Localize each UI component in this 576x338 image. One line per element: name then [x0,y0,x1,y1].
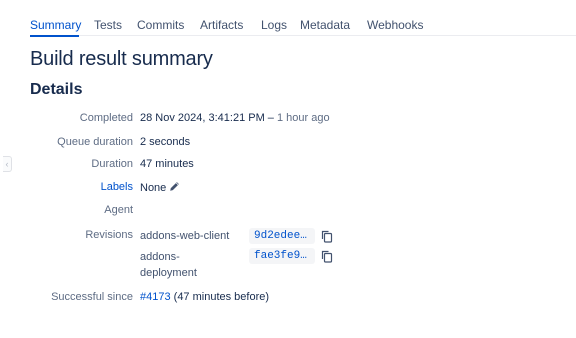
tab-artifacts[interactable]: Artifacts [200,18,243,32]
sidebar-collapse-handle[interactable]: ‹ [3,156,12,172]
successful-since-note: (47 minutes before) [173,291,270,303]
tab-metadata[interactable]: Metadata [300,18,350,32]
tab-webhooks[interactable]: Webhooks [367,18,423,32]
revisions-label: Revisions [85,229,133,241]
completed-label: Completed [79,112,133,124]
tab-commits[interactable]: Commits [137,18,184,32]
page-title: Build result summary [30,48,213,70]
queue-duration-label: Queue duration [57,136,133,148]
build-number-link[interactable]: #4173 [140,291,171,303]
copy-icon[interactable] [321,250,333,263]
build-result-page: ‹ Summary Tests Commits Artifacts Logs M… [0,0,576,338]
completed-datetime: 28 Nov 2024, 3:41:21 PM [140,112,265,124]
queue-duration-value: 2 seconds [140,136,191,148]
labels-none-text: None [140,182,167,194]
revision-repo-name: addons-web-client [140,230,230,242]
tab-summary[interactable]: Summary [30,18,81,32]
revision-commit-hash[interactable]: 9d2edee… [249,228,315,244]
details-heading: Details [30,81,83,98]
chevron-left-icon: ‹ [5,159,9,169]
completed-relative: 1 hour ago [276,112,330,124]
tab-logs[interactable]: Logs [261,18,287,32]
labels-value: None [140,181,180,194]
duration-value: 47 minutes [140,158,194,170]
active-tab-indicator [30,35,79,37]
revision-repo-name: addons-deployment [140,251,197,279]
completed-value: 28 Nov 2024, 3:41:21 PM – 1 hour ago [140,112,330,124]
tab-tests[interactable]: Tests [94,18,122,32]
revision-commit-hash[interactable]: fae3fe9… [249,248,315,264]
duration-label: Duration [91,158,133,170]
tab-bar: Summary Tests Commits Artifacts Logs Met… [30,0,576,37]
pencil-icon[interactable] [169,181,180,192]
agent-label: Agent [104,204,133,216]
labels-link[interactable]: Labels [101,181,133,193]
copy-icon[interactable] [321,230,333,243]
successful-since-value: #4173 (47 minutes before) [140,291,269,303]
successful-since-label: Successful since [51,291,133,303]
